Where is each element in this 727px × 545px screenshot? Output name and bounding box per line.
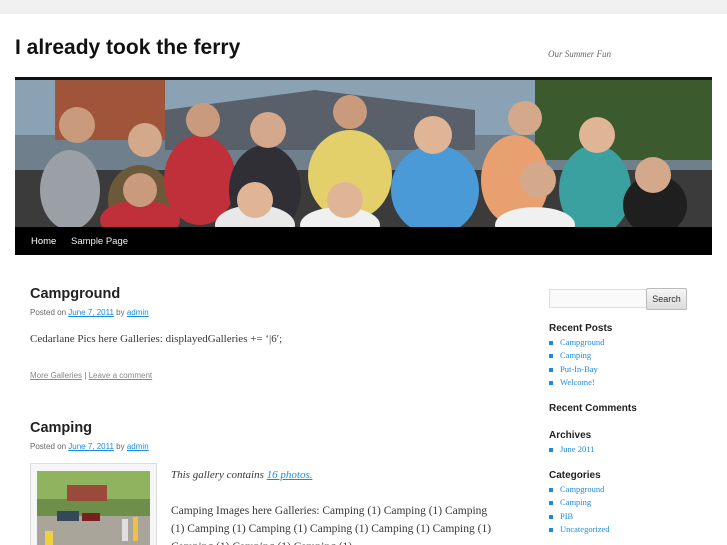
nav-sample-page[interactable]: Sample Page (71, 236, 128, 247)
main-navigation: Home Sample Page (15, 227, 712, 255)
post-author-link[interactable]: admin (127, 442, 149, 451)
by-label: by (116, 442, 125, 451)
header-photo (15, 80, 712, 227)
posted-on-label: Posted on (30, 308, 67, 317)
site-description: Our Summer Fun (548, 49, 611, 59)
recent-post-link[interactable]: Put-In-Bay (549, 364, 604, 377)
post-title-campground[interactable]: Campground (30, 286, 120, 302)
recent-post-link[interactable]: Campground (549, 337, 604, 350)
recent-post-link[interactable]: Camping (549, 350, 604, 363)
post-date-link[interactable]: June 7, 2011 (68, 308, 114, 317)
post-meta: Posted on June 7, 2011 by admin (30, 442, 149, 451)
categories-list: Campground Camping PIB Uncategorized (549, 484, 610, 537)
separator: | (84, 371, 87, 380)
gallery-info: This gallery contains 16 photos. (171, 469, 312, 481)
recent-comments-title: Recent Comments (549, 403, 637, 414)
by-label: by (116, 308, 125, 317)
post-title-camping[interactable]: Camping (30, 420, 92, 436)
thumbnail-photo (37, 471, 150, 545)
post-meta: Posted on June 7, 2011 by admin (30, 308, 149, 317)
category-link[interactable]: Camping (549, 497, 610, 510)
post-author-link[interactable]: admin (127, 308, 149, 317)
gallery-text: Camping Images here Galleries: Camping (… (171, 505, 492, 545)
post-footer-links: More Galleries | Leave a comment (30, 371, 152, 380)
posted-on-label: Posted on (30, 442, 67, 451)
recent-post-link[interactable]: Welcome! (549, 377, 604, 390)
page: I already took the ferry Our Summer Fun (0, 14, 727, 545)
leave-comment-link[interactable]: Leave a comment (89, 371, 153, 380)
category-link[interactable]: Uncategorized (549, 524, 610, 537)
nav-home[interactable]: Home (31, 236, 56, 247)
archives-title: Archives (549, 430, 592, 441)
archive-link[interactable]: June 2011 (549, 444, 594, 457)
site-title[interactable]: I already took the ferry (15, 36, 240, 60)
post-date-link[interactable]: June 7, 2011 (68, 442, 114, 451)
recent-posts-title: Recent Posts (549, 323, 613, 334)
category-link[interactable]: Campground (549, 484, 610, 497)
search-button[interactable]: Search (646, 288, 687, 310)
categories-title: Categories (549, 470, 601, 481)
archives-list: June 2011 (549, 444, 594, 457)
gallery-prefix: This gallery contains (171, 469, 264, 481)
recent-posts-list: Campground Camping Put-In-Bay Welcome! (549, 337, 604, 390)
category-link[interactable]: PIB (549, 511, 610, 524)
gallery-photos-link[interactable]: 16 photos. (267, 469, 313, 481)
gallery-thumbnail[interactable] (30, 463, 157, 545)
search-input[interactable] (549, 289, 647, 308)
post-excerpt: Cedarlane Pics here Galleries: displayed… (30, 333, 283, 345)
header-image[interactable] (15, 77, 712, 230)
more-galleries-link[interactable]: More Galleries (30, 371, 82, 380)
